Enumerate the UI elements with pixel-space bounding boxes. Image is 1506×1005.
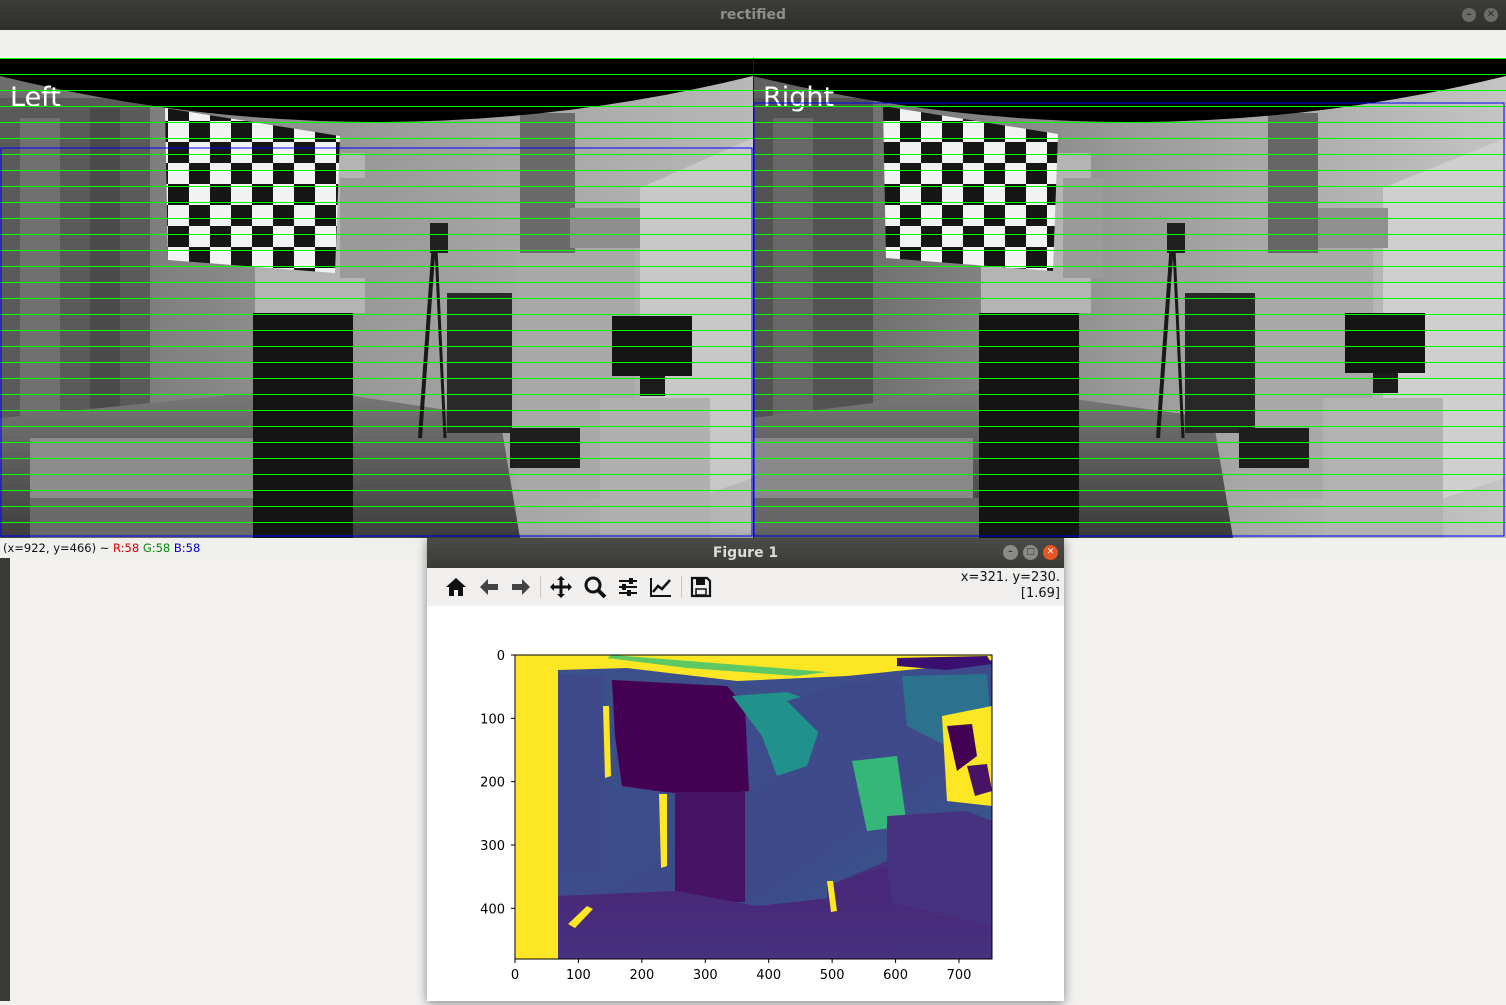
configure-subplots-icon[interactable] [615,574,641,600]
main-window-titlebar[interactable]: rectified – ✕ [0,0,1506,30]
x-tick-label: 0 [511,968,519,983]
pan-icon[interactable] [548,574,574,600]
y-axis: 0 100 200 300 400 [480,649,515,917]
pixel-r-value: R:58 [113,541,140,555]
zoom-icon[interactable] [582,574,608,600]
cursor-readout: x=321. y=230. [1.69] [961,570,1060,602]
edit-axis-icon[interactable] [648,574,674,600]
toolbar-separator [681,576,682,598]
maximize-icon[interactable]: □ [1023,545,1038,560]
right-image-label: Right [763,82,835,113]
window-edge [0,558,10,1001]
x-tick-label: 400 [756,968,781,983]
x-tick-label: 700 [947,968,972,983]
stereo-image-pair: Left Right [0,58,1506,538]
main-window-title: rectified [719,7,787,23]
home-icon[interactable] [443,574,469,600]
save-icon[interactable] [688,574,714,600]
y-tick-label: 300 [480,839,505,854]
x-axis: 0 100 200 300 400 500 600 700 [511,959,972,983]
close-icon[interactable]: ✕ [1043,545,1058,560]
cursor-readout-xy: x=321. y=230. [960,570,1060,585]
y-tick-label: 400 [480,902,505,917]
close-icon[interactable]: ✕ [1484,8,1498,22]
toolbar-separator [540,576,541,598]
forward-icon[interactable] [508,574,534,600]
heatmap-image [515,655,992,959]
minimize-icon[interactable]: – [1462,8,1476,22]
left-camera-image: Left [0,58,753,538]
figure-title: Figure 1 [712,545,779,561]
y-tick-label: 200 [480,776,505,791]
x-tick-label: 600 [883,968,908,983]
y-tick-label: 100 [480,712,505,727]
pixel-g-value: G:58 [142,541,171,555]
status-bar: (x=922, y=466) ~ R:58 G:58 B:58 [0,540,423,557]
figure-window: Figure 1 – □ ✕ x=321. y=230. [1.69] 0 10… [427,538,1064,1001]
pixel-b-value: B:58 [173,541,201,555]
x-tick-label: 500 [820,968,845,983]
x-tick-label: 100 [566,968,591,983]
left-image-label: Left [10,82,61,113]
cursor-readout-value: [1.69] [1020,586,1060,601]
y-tick-label: 0 [497,649,505,664]
figure-titlebar[interactable]: Figure 1 – □ ✕ [427,538,1064,568]
cursor-coords: (x=922, y=466) ~ [3,541,110,555]
right-camera-image: Right [753,58,1506,538]
back-icon[interactable] [476,574,502,600]
disparity-heatmap[interactable]: 0 100 200 300 400 500 600 700 0 100 200 300 400 [427,606,1064,1001]
figure-canvas[interactable]: 0 100 200 300 400 500 600 700 0 100 200 300 400 [427,606,1064,1001]
x-tick-label: 200 [629,968,654,983]
minimize-icon[interactable]: – [1003,545,1018,560]
x-tick-label: 300 [693,968,718,983]
figure-toolbar: x=321. y=230. [1.69] [427,568,1064,607]
